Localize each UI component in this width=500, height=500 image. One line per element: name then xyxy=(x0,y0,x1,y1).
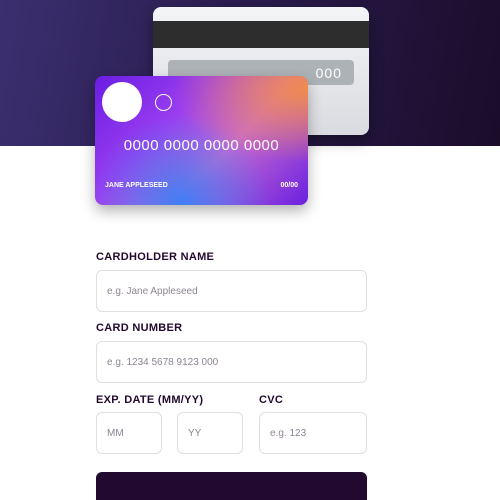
exp-year-input[interactable] xyxy=(177,412,243,454)
exp-month-input[interactable] xyxy=(96,412,162,454)
card-logo-ring-icon xyxy=(155,94,172,111)
cardholder-name-input[interactable] xyxy=(96,270,367,312)
card-number-input[interactable] xyxy=(96,341,367,383)
cvc-input[interactable] xyxy=(259,412,367,454)
card-front-expiry: 00/00 xyxy=(280,182,298,189)
card-back-cvc: 000 xyxy=(315,65,342,81)
card-front: 0000 0000 0000 0000 JANE APPLESEED 00/00 xyxy=(95,76,308,205)
confirm-button[interactable]: Confirm xyxy=(96,472,367,500)
card-logo-circle-icon xyxy=(102,82,142,122)
card-front-number: 0000 0000 0000 0000 xyxy=(123,137,280,154)
magnetic-strip xyxy=(153,21,369,48)
exp-date-label: EXP. DATE (MM/YY) xyxy=(96,394,204,406)
card-number-label: CARD NUMBER xyxy=(96,322,183,334)
card-front-name: JANE APPLESEED xyxy=(105,182,168,189)
cardholder-name-label: CARDHOLDER NAME xyxy=(96,251,215,263)
cvc-label: CVC xyxy=(259,394,284,406)
